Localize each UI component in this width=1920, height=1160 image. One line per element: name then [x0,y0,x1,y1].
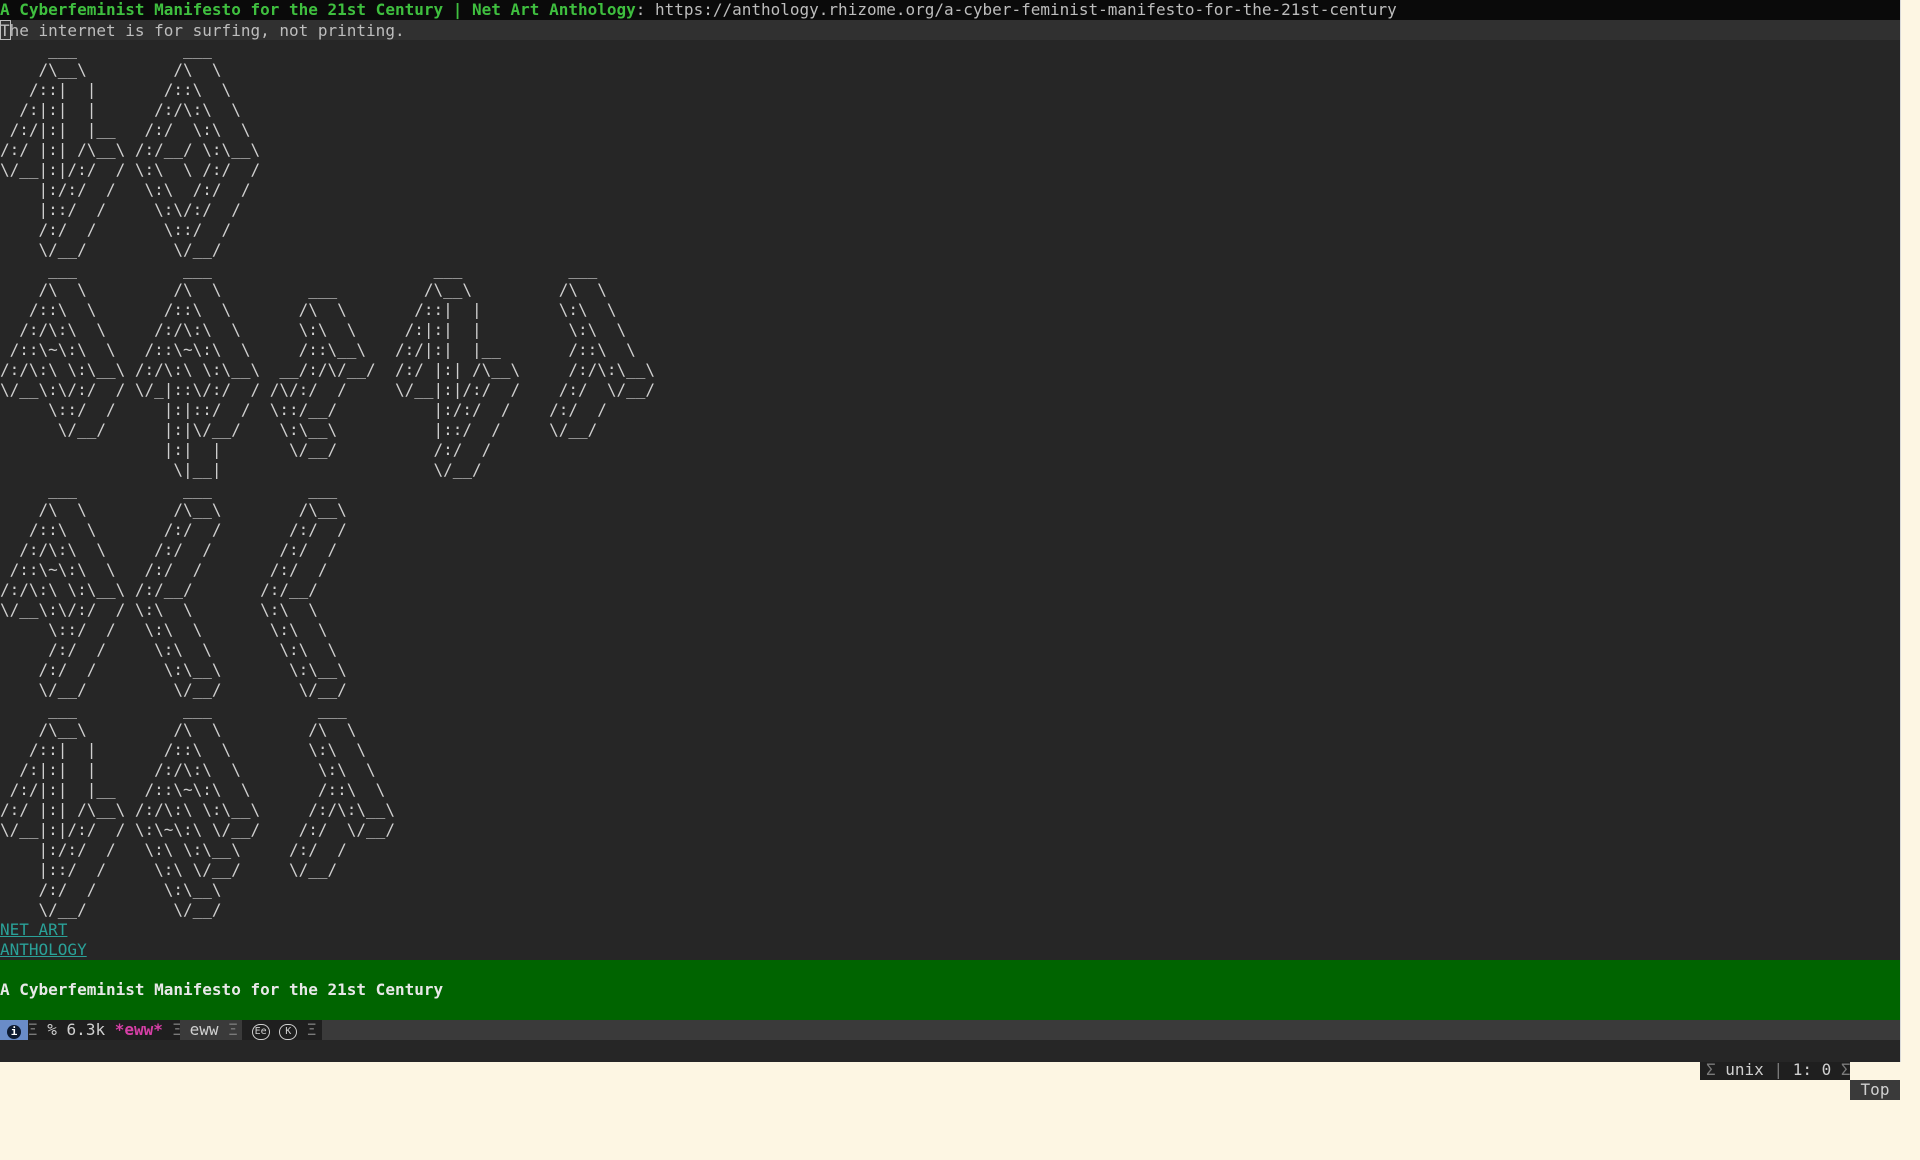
major-mode-segment: eww Ξ [180,1020,242,1040]
link-anthology[interactable]: ANTHOLOGY [0,940,87,960]
info-icon[interactable]: i [0,1020,28,1040]
line-column: 1: 0 [1792,1060,1832,1079]
keycast-mode-icon[interactable]: K [279,1024,298,1040]
tagline: The internet is for surfing, not printin… [0,21,405,40]
ascii-art-title: ___ ___ /\__\ /\ \ /::| | /::\ \ /:|:| |… [0,40,656,919]
major-mode[interactable]: eww [190,1020,219,1039]
tagline-row: The internet is for surfing, not printin… [0,20,1900,40]
eol-type[interactable]: unix [1725,1060,1764,1079]
link-net-art[interactable]: NET ART [0,920,87,940]
header-separator: : [635,0,656,19]
eldoc-mode-icon[interactable]: Ee [251,1024,270,1040]
heading-band: A Cyberfeminist Manifesto for the 21st C… [0,960,1900,1020]
buffer-position: Top [1850,1080,1900,1100]
buffer-name[interactable]: *eww* [115,1020,163,1039]
eol-segment: Σ unix | 1: 0 Σ [1700,1060,1851,1080]
mode-line: i Ξ % 6.3k *eww* Ξ eww Ξ Ee K Ξ Σ unix |… [0,1020,1900,1100]
page-title: A Cyberfeminist Manifesto for the 21st C… [0,0,636,19]
buffer-segment: Ξ % 6.3k *eww* Ξ [28,1020,183,1040]
emacs-frame: A Cyberfeminist Manifesto for the 21st C… [0,0,1901,1100]
minor-modes-segment: Ee K Ξ [242,1020,322,1040]
site-links: NET ART ANTHOLOGY [0,920,87,960]
buffer-info: % 6.3k [47,1020,106,1039]
header-line: A Cyberfeminist Manifesto for the 21st C… [0,0,1900,20]
article-heading: A Cyberfeminist Manifesto for the 21st C… [0,980,444,999]
minibuffer[interactable] [0,1040,1900,1062]
mode-line-right: Σ unix | 1: 0 Σ Top [1700,1020,1900,1100]
page-url[interactable]: https://anthology.rhizome.org/a-cyber-fe… [655,0,1397,19]
